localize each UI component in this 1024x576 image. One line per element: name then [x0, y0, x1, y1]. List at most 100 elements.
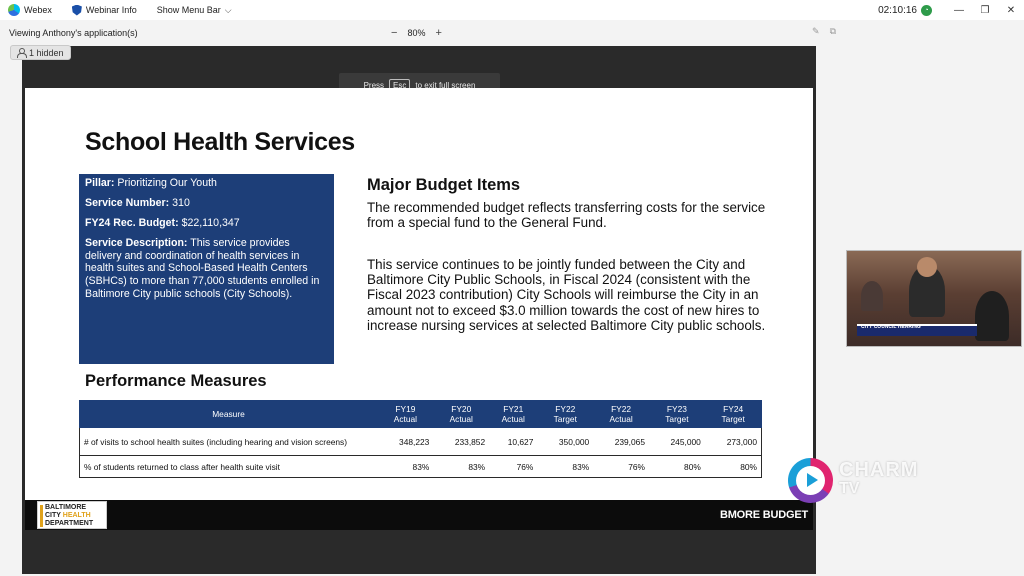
video-thumbnail[interactable]: CITY COUNCIL HEARING [846, 250, 1022, 347]
video-lower-third-text: CITY COUNCIL HEARING [861, 324, 921, 330]
header-line-2: Target [553, 414, 577, 424]
header-line-1: FY22 [611, 404, 632, 414]
video-person-head [917, 257, 937, 277]
logo-health: HEALTH [62, 512, 91, 519]
logo-line-1: BALTIMORE [45, 504, 87, 511]
restore-button[interactable]: ❐ [972, 0, 998, 20]
show-menu-bar-button[interactable]: Show Menu Bar ⌵ [157, 5, 232, 16]
value-cell: 10,627 [489, 427, 538, 456]
column-header: FY21 Actual [488, 400, 538, 428]
play-icon [807, 473, 818, 487]
slide-title: School Health Services [85, 128, 355, 156]
value-cell: 239,065 [593, 427, 649, 456]
header-line-1: FY21 [503, 404, 524, 414]
value-cell: 76% [593, 455, 649, 478]
slide-footer: BALTIMORE CITY HEALTH DEPARTMENT BMORE B… [25, 500, 813, 530]
header-line-2: Target [665, 414, 689, 424]
zoom-out-button[interactable]: − [391, 27, 397, 39]
value-cell: 350,000 [537, 427, 594, 456]
column-header: FY19 Actual [377, 400, 434, 428]
shared-screen: Press Esc to exit full screen School Hea… [22, 46, 816, 574]
header-line-2: Actual [449, 414, 473, 424]
presentation-slide: School Health Services Pillar: Prioritiz… [25, 88, 813, 530]
pillar-value: Prioritizing Our Youth [117, 177, 217, 189]
header-line-2: Actual [501, 414, 525, 424]
value-cell: 348,223 [377, 427, 434, 456]
connection-status-icon[interactable]: ◔ [921, 4, 932, 16]
table-body: # of visits to school health suites (inc… [79, 427, 762, 478]
meeting-timer: 02:10:16 [878, 4, 917, 16]
viewing-label: Viewing Anthony's application(s) [9, 28, 138, 38]
webex-window: Webex Webinar Info Show Menu Bar ⌵ 02:10… [0, 0, 1024, 576]
header-line-2: Actual [609, 414, 633, 424]
zoom-in-button[interactable]: + [435, 27, 441, 39]
major-budget-paragraph-1: The recommended budget reflects transfer… [367, 200, 766, 231]
column-header: FY23 Target [648, 400, 706, 428]
table-header-row: Measure FY19 Actual FY20 Actual FY21 Actual FY2… [79, 400, 762, 428]
budget-value: $22,110,347 [181, 217, 240, 230]
webex-app-menu[interactable]: Webex [8, 4, 52, 16]
tv-text: TV [839, 480, 860, 497]
pillar-line: Pillar: Prioritizing Our Youth [85, 177, 328, 190]
header-line-2: Actual [393, 414, 418, 424]
value-cell: 273,000 [704, 427, 762, 456]
hidden-participants-button[interactable]: 1 hidden [10, 45, 71, 60]
column-header: FY22 Target [536, 400, 594, 428]
logo-line-2: CITY HEALTH [45, 512, 103, 520]
user-icon [17, 48, 27, 58]
header-line-1: FY24 [723, 404, 744, 414]
service-number-value: 310 [172, 197, 190, 210]
header-line-1: FY22 [555, 404, 576, 414]
webinar-info-label: Webinar Info [85, 5, 137, 15]
annotate-icon[interactable]: ✎ [812, 26, 820, 37]
column-header: FY24 Target [704, 400, 762, 428]
service-info-box: Pillar: Prioritizing Our Youth Service N… [79, 174, 334, 364]
major-budget-title: Major Budget Items [367, 176, 521, 194]
charm-tv-watermark: CHARM TV [788, 456, 928, 512]
hidden-count: 1 hidden [29, 47, 64, 58]
logo-city: CITY [45, 512, 61, 519]
show-menu-bar-label: Show Menu Bar [156, 5, 221, 15]
description-label: Service Description: [85, 237, 188, 250]
performance-table: Measure FY19 Actual FY20 Actual FY21 Actual FY2… [79, 400, 762, 478]
performance-title: Performance Measures [85, 372, 267, 390]
column-header: FY20 Actual [432, 400, 490, 428]
header-line-1: Measure [212, 409, 245, 419]
shield-icon [71, 4, 82, 16]
description-line: Service Description: This service provid… [85, 237, 328, 300]
budget-label: FY24 Rec. Budget: [85, 217, 179, 230]
service-number-label: Service Number: [85, 197, 170, 210]
value-cell: 245,000 [648, 427, 705, 456]
measure-cell: % of students returned to class after he… [79, 455, 378, 478]
major-budget-paragraph-2: This service continues to be jointly fun… [367, 257, 766, 333]
video-person-2 [861, 281, 883, 311]
chevron-down-icon: ⌵ [224, 4, 232, 15]
value-cell: 233,852 [433, 427, 490, 456]
value-cell: 80% [648, 455, 705, 478]
title-bar: Webex Webinar Info Show Menu Bar ⌵ 02:10… [0, 0, 1024, 20]
minimize-button[interactable]: — [946, 0, 972, 20]
header-line-1: FY20 [451, 404, 472, 414]
table-row: # of visits to school health suites (inc… [79, 427, 762, 456]
app-name: Webex [24, 5, 52, 15]
header-line-1: FY23 [666, 404, 687, 414]
value-cell: 80% [704, 455, 762, 478]
zoom-control: − 80% + [391, 27, 442, 39]
column-header: FY22 Actual [592, 400, 650, 428]
webinar-info-button[interactable]: Webinar Info [71, 4, 137, 16]
video-person-3 [975, 291, 1009, 341]
webex-logo-icon [8, 4, 20, 16]
logo-accent-bar [40, 505, 43, 527]
header-line-2: Target [721, 414, 745, 424]
popout-icon[interactable]: ⧉ [830, 26, 836, 37]
close-button[interactable]: ✕ [998, 0, 1024, 20]
budget-line: FY24 Rec. Budget: $22,110,347 [85, 217, 328, 230]
share-toolbar: Viewing Anthony's application(s) − 80% +… [0, 20, 1024, 44]
table-row: % of students returned to class after he… [79, 455, 762, 478]
measure-cell: # of visits to school health suites (inc… [79, 427, 378, 456]
service-number-line: Service Number: 310 [85, 197, 328, 210]
zoom-level: 80% [407, 28, 426, 38]
baltimore-health-logo: BALTIMORE CITY HEALTH DEPARTMENT [37, 501, 107, 529]
header-line-1: FY19 [395, 404, 416, 414]
value-cell: 83% [433, 455, 490, 478]
